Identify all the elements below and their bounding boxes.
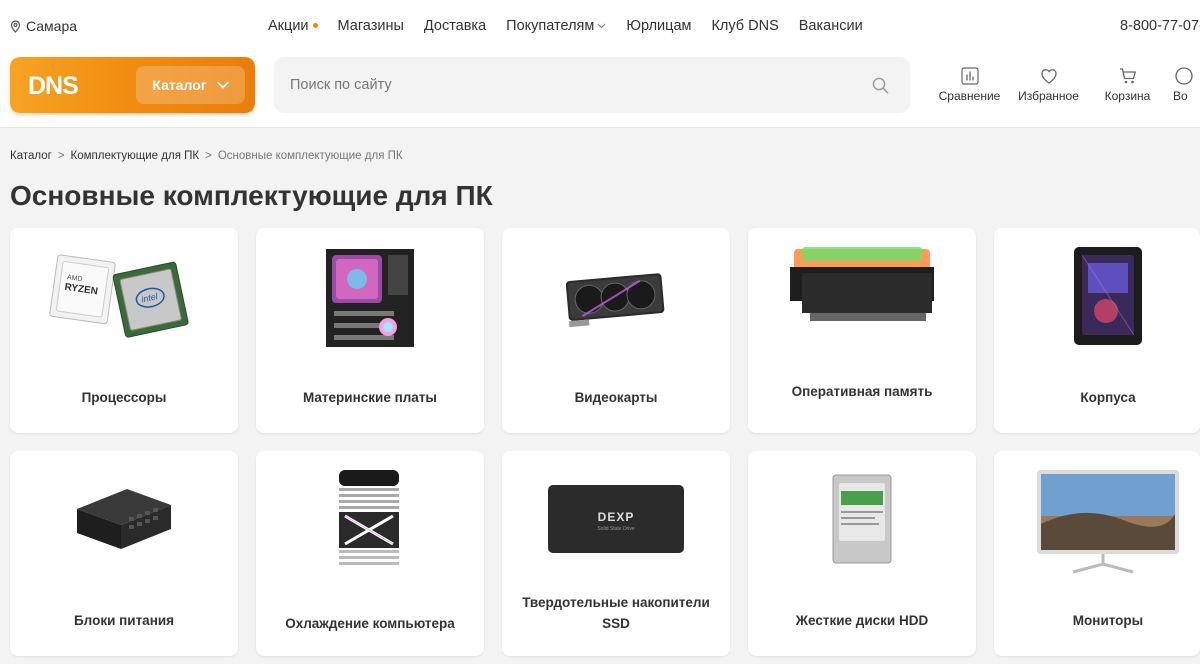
compare-icon [960, 67, 979, 85]
psu-image [10, 451, 238, 586]
cart-icon [1119, 68, 1136, 84]
site-header: Самара Акции Магазины Доставка Покупател… [0, 0, 1200, 128]
category-label: Видеокарты [574, 390, 658, 405]
category-card-monitors[interactable]: Мониторы [994, 451, 1200, 656]
page-title: Основные комплектующие для ПК [10, 180, 493, 211]
search-box [274, 57, 910, 113]
category-label: Охлаждение компьютера [285, 616, 455, 631]
ram-image [748, 228, 976, 348]
nav-label: Клуб DNS [711, 18, 779, 34]
category-card-power-supplies[interactable]: Блоки питания [10, 451, 238, 656]
nav-label: Доставка [423, 18, 487, 34]
search-icon[interactable] [872, 77, 889, 94]
ssd-sub-label: Solid State Drive [597, 526, 634, 532]
category-card-processors[interactable]: AMD RYZEN intel Процессоры [10, 228, 238, 433]
category-label: Жесткие диски HDD [795, 613, 929, 628]
new-indicator-dot [312, 22, 318, 28]
category-label: Блоки питания [73, 613, 175, 628]
compare-link[interactable]: Сравнение [930, 66, 1009, 103]
cpu-image: AMD RYZEN intel [10, 228, 238, 363]
category-card-motherboards[interactable]: Материнские платы [256, 228, 484, 433]
motherboard-image [256, 228, 484, 363]
chevron-down-icon [216, 81, 229, 89]
catalog-button-label: Каталог [152, 77, 207, 93]
favorites-link[interactable]: Избранное [1009, 66, 1088, 103]
login-link[interactable]: Во [1167, 66, 1197, 103]
category-label: Мониторы [1072, 613, 1144, 628]
breadcrumb-separator: > [205, 150, 212, 162]
category-card-ssd[interactable]: DEXP Solid State Drive Твердотельные нак… [502, 451, 730, 656]
location-pin-icon [10, 19, 21, 33]
user-icon [1175, 67, 1193, 85]
nav-label: Покупателям [506, 18, 595, 34]
category-card-video-cards[interactable]: Видеокарты [502, 228, 730, 433]
category-card-cases[interactable]: Корпуса [994, 228, 1200, 433]
action-label: Корзина [1104, 89, 1151, 103]
phone-number[interactable]: 8-800-77-07- [1120, 18, 1200, 34]
category-label: Материнские платы [303, 390, 437, 405]
breadcrumb-separator: > [57, 150, 65, 162]
nav-promotions[interactable]: Акции [268, 18, 318, 34]
city-label: Самара [26, 18, 78, 34]
catalog-button[interactable]: Каталог [136, 66, 245, 104]
nav-label: Вакансии [798, 18, 863, 34]
top-nav: Акции Магазины Доставка Покупателям Юрли… [268, 18, 883, 34]
brand-bar: DNS Каталог [10, 57, 255, 113]
chevron-down-icon [597, 23, 606, 29]
nav-vacancies[interactable]: Вакансии [799, 18, 863, 34]
category-label: Процессоры [81, 390, 167, 405]
hdd-image [748, 451, 976, 586]
action-label: Сравнение [938, 89, 1001, 103]
city-selector[interactable]: Самара [10, 18, 77, 34]
monitor-image [994, 451, 1200, 586]
case-image [994, 228, 1200, 363]
breadcrumb-pc-components[interactable]: Комплектующие для ПК [71, 150, 200, 162]
cart-link[interactable]: Корзина [1088, 66, 1167, 103]
category-card-cooling[interactable]: Охлаждение компьютера [256, 451, 484, 656]
search-input[interactable] [290, 57, 850, 113]
ssd-brand-label: DEXP [598, 510, 635, 524]
category-label: Корпуса [1080, 390, 1136, 405]
category-card-hdd[interactable]: Жесткие диски HDD [748, 451, 976, 656]
dns-logo[interactable]: DNS [28, 70, 100, 100]
svg-text:DNS: DNS [28, 72, 78, 100]
action-label: Во [1173, 89, 1188, 103]
breadcrumb-catalog[interactable]: Каталог [10, 150, 52, 162]
nav-label: Магазины [337, 18, 404, 34]
heart-icon [1040, 69, 1057, 84]
header-actions: Сравнение Избранное Корзина Во [930, 66, 1197, 103]
nav-stores[interactable]: Магазины [338, 18, 404, 34]
category-label: Оперативная память [791, 384, 933, 399]
nav-club-dns[interactable]: Клуб DNS [711, 18, 778, 34]
nav-label: Акции [268, 18, 309, 34]
action-label: Избранное [1018, 89, 1079, 103]
ssd-image: DEXP Solid State Drive [502, 451, 730, 586]
nav-delivery[interactable]: Доставка [424, 18, 486, 34]
breadcrumb-current: Основные комплектующие для ПК [217, 150, 403, 162]
nav-label: Юрлицам [626, 18, 692, 34]
cooler-image [256, 451, 484, 586]
gpu-image [502, 228, 730, 363]
category-card-ram[interactable]: Оперативная память [748, 228, 976, 433]
category-label: Твердотельные накопители SSD [522, 595, 710, 631]
breadcrumb: Каталог > Комплектующие для ПК > Основны… [10, 150, 403, 162]
nav-customers[interactable]: Покупателям [506, 18, 606, 34]
nav-business[interactable]: Юрлицам [626, 18, 691, 34]
